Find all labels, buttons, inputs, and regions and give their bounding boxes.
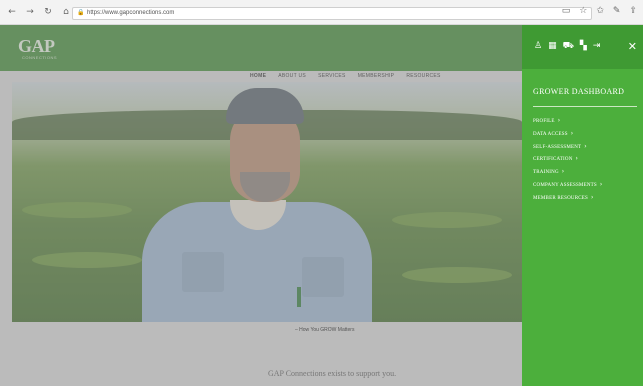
pen-icon[interactable]: ✎ xyxy=(613,6,621,16)
dashboard-menu: PROFILE › DATA ACCESS › SELF-ASSESSMENT › C… xyxy=(533,115,602,205)
support-text: GAP Connections exists to support you. xyxy=(268,369,397,378)
calendar-icon[interactable]: ▦ xyxy=(548,42,557,51)
screen: ← → ↻ ⌂ 🔒 https://www.gapconnections.com… xyxy=(0,0,643,386)
menu-label: COMPANY ASSESSMENTS xyxy=(533,182,597,188)
close-icon[interactable]: ✕ xyxy=(628,40,637,53)
menu-item-data-access[interactable]: DATA ACCESS › xyxy=(533,128,602,141)
menu-item-company-assessments[interactable]: COMPANY ASSESSMENTS › xyxy=(533,179,602,192)
favorite-icon[interactable]: ☆ xyxy=(579,6,587,16)
chevron-right-icon: › xyxy=(561,168,565,176)
panel-icon-row: ♙ ▦ ⛟ ▚ ⇥ xyxy=(534,42,600,51)
chevron-right-icon: › xyxy=(575,155,579,163)
address-bar[interactable]: 🔒 https://www.gapconnections.com xyxy=(72,7,592,20)
menu-label: PROFILE xyxy=(533,119,555,124)
browser-actions: ▭ ☆ ✩ ✎ ⇪ xyxy=(562,6,637,16)
chevron-right-icon: › xyxy=(599,180,603,188)
menu-item-certification[interactable]: CERTIFICATION › xyxy=(533,153,602,166)
grower-dashboard-panel: ♙ ▦ ⛟ ▚ ⇥ ✕ GROWER DASHBOARD PROFILE › DA… xyxy=(522,25,643,386)
dashboard-icon[interactable]: ▚ xyxy=(580,42,587,51)
chevron-right-icon: › xyxy=(591,193,594,201)
panel-toolbar: ♙ ▦ ⛟ ▚ ⇥ ✕ xyxy=(522,25,643,69)
back-icon[interactable]: ← xyxy=(6,6,18,18)
user-icon[interactable]: ♙ xyxy=(534,42,542,51)
reader-icon[interactable]: ▭ xyxy=(562,6,571,16)
lock-icon: 🔒 xyxy=(77,10,85,16)
chevron-right-icon: › xyxy=(584,142,587,150)
collections-icon[interactable]: ✩ xyxy=(596,6,604,16)
share-icon[interactable]: ⇪ xyxy=(629,6,637,16)
menu-item-self-assessment[interactable]: SELF-ASSESSMENT › xyxy=(533,141,602,154)
cart-icon[interactable]: ⛟ xyxy=(563,42,574,51)
video-caption: – How You GROW Matters xyxy=(295,327,355,333)
divider xyxy=(533,106,637,107)
chevron-right-icon: › xyxy=(570,129,574,137)
reload-icon[interactable]: ↻ xyxy=(42,6,54,18)
logout-icon[interactable]: ⇥ xyxy=(593,42,601,51)
home-icon[interactable]: ⌂ xyxy=(60,6,72,18)
menu-item-member-resources[interactable]: MEMBER RESOURCES › xyxy=(533,192,602,205)
forward-icon[interactable]: → xyxy=(24,6,36,18)
dashboard-title: GROWER DASHBOARD xyxy=(533,87,625,96)
menu-label: CERTIFICATION xyxy=(533,157,573,163)
url-text: https://www.gapconnections.com xyxy=(87,10,175,16)
menu-item-training[interactable]: TRAINING › xyxy=(533,166,602,179)
menu-item-profile[interactable]: PROFILE › xyxy=(533,115,602,128)
menu-label: TRAINING xyxy=(533,170,559,176)
menu-label: SELF-ASSESSMENT xyxy=(533,144,582,150)
menu-label: MEMBER RESOURCES xyxy=(533,195,589,201)
chevron-right-icon: › xyxy=(557,117,561,124)
browser-toolbar: ← → ↻ ⌂ 🔒 https://www.gapconnections.com… xyxy=(0,0,643,25)
menu-label: DATA ACCESS xyxy=(533,131,568,137)
